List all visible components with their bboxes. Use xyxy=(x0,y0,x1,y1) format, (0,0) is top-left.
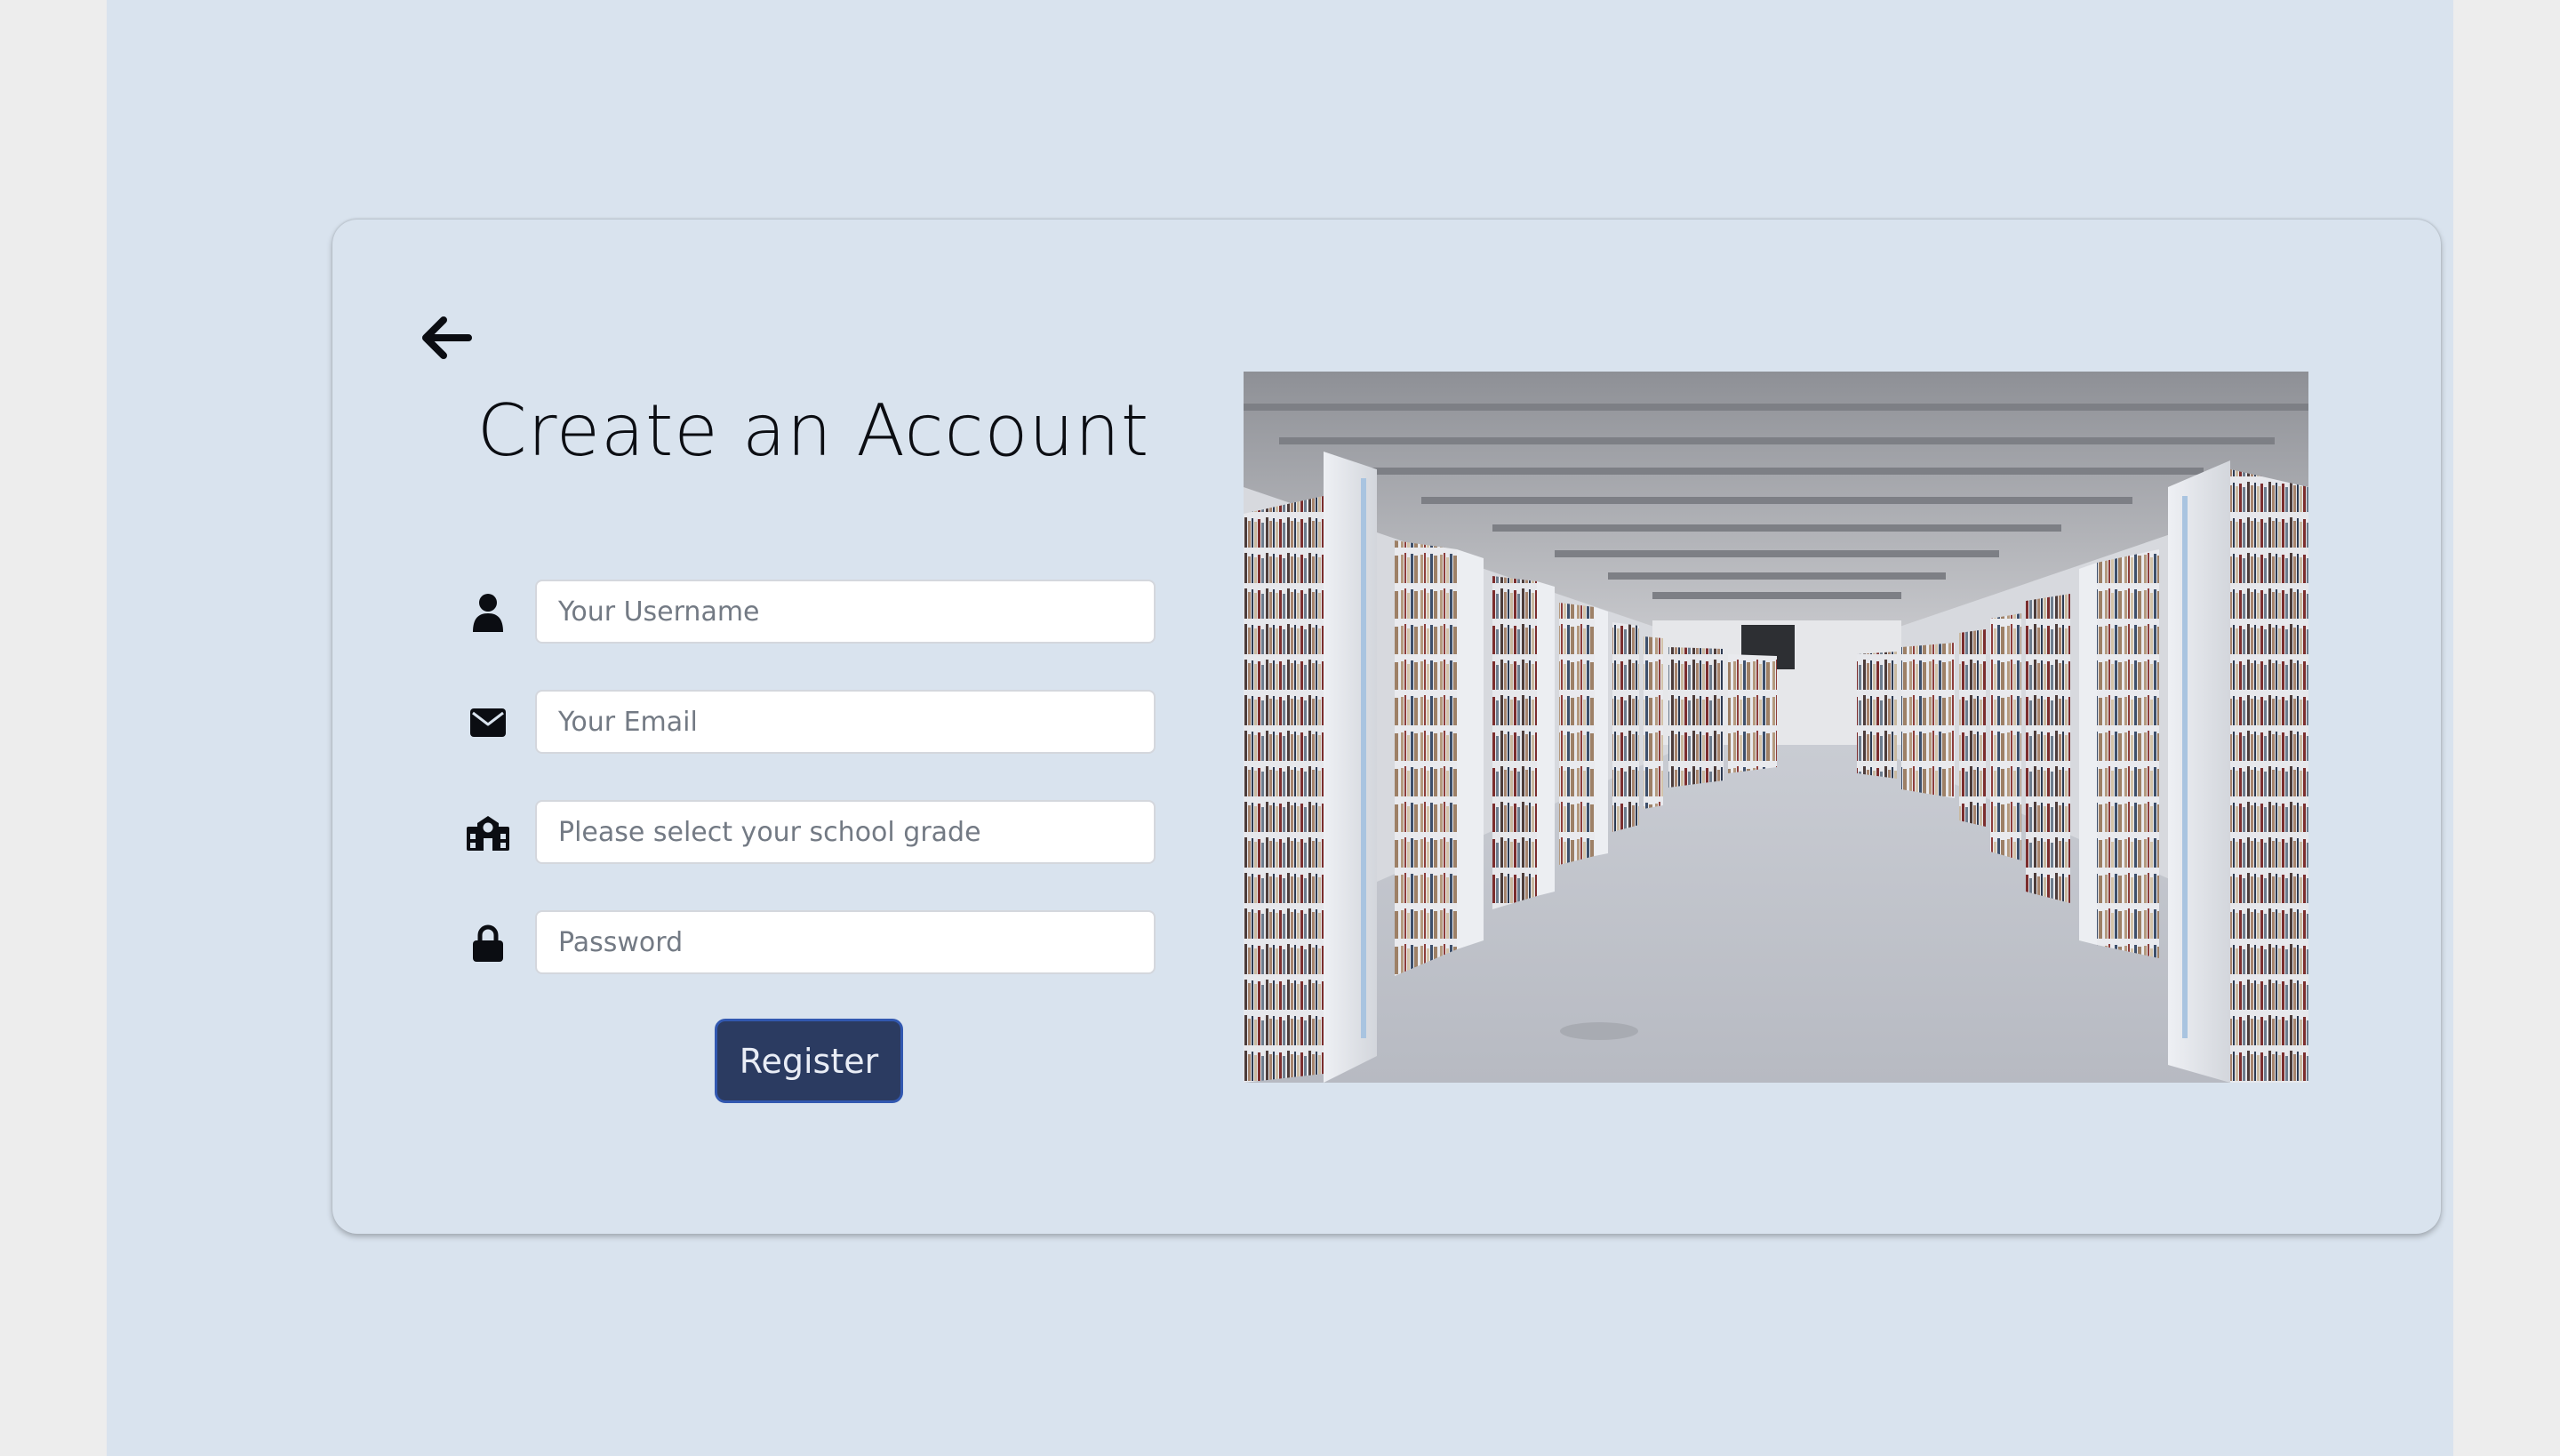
email-row xyxy=(457,688,1168,757)
registration-card: Create an Account Your Username Your Ema… xyxy=(332,220,2441,1234)
register-button[interactable]: Register xyxy=(715,1019,903,1103)
page-background: Create an Account Your Username Your Ema… xyxy=(107,0,2453,1456)
user-icon xyxy=(457,578,519,647)
school-icon xyxy=(457,798,519,868)
school-grade-select[interactable] xyxy=(535,800,1156,864)
library-bookshelves-image xyxy=(1244,372,2308,1083)
arrow-left-icon xyxy=(422,316,472,359)
page-title: Create an Account xyxy=(476,389,1150,472)
envelope-icon xyxy=(457,688,519,757)
password-input[interactable] xyxy=(535,910,1156,974)
back-button[interactable] xyxy=(414,310,476,365)
email-input[interactable] xyxy=(535,690,1156,754)
school-grade-row xyxy=(457,798,1168,868)
username-row xyxy=(457,578,1168,647)
lock-icon xyxy=(457,908,519,978)
password-row xyxy=(457,908,1168,978)
username-input[interactable] xyxy=(535,580,1156,644)
